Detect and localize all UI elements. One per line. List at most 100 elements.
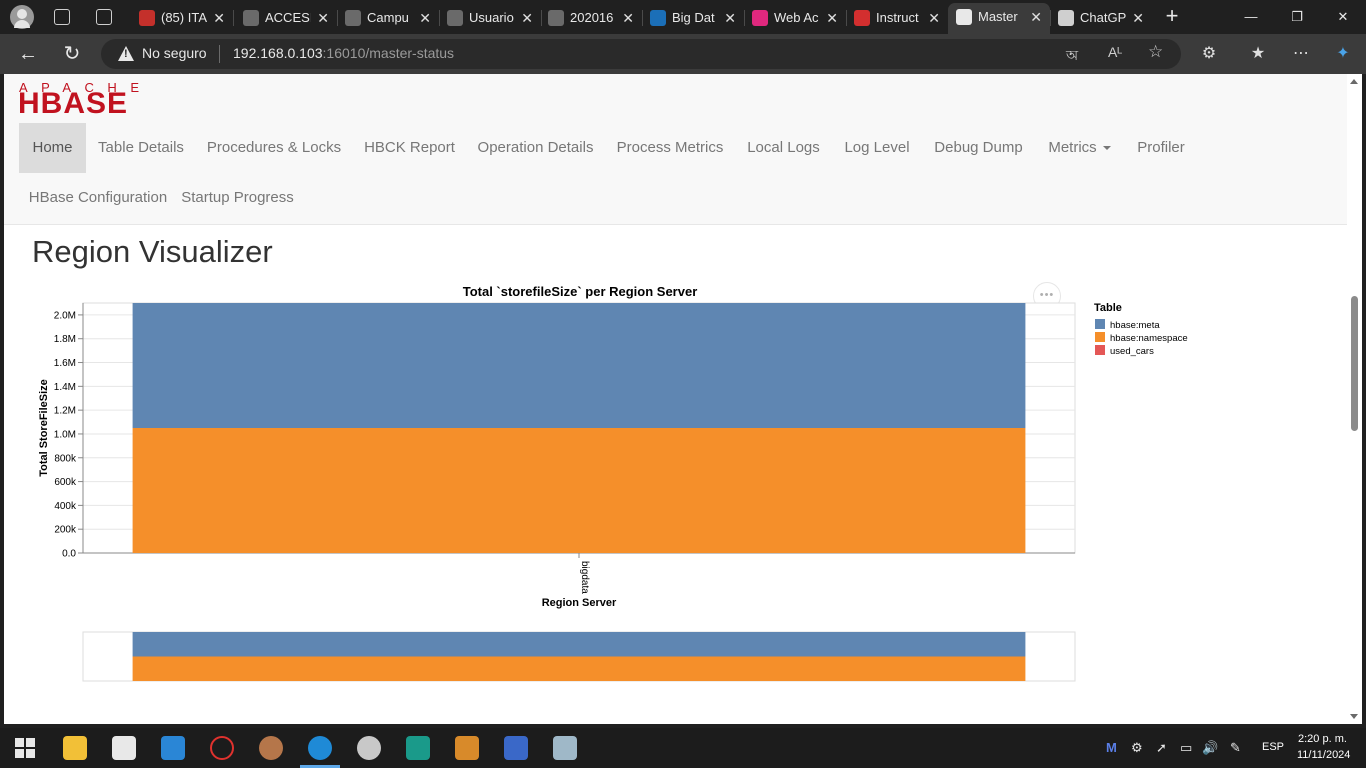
y-tick-label: 600k	[54, 477, 77, 488]
tab-favicon-icon	[650, 10, 666, 26]
tab-label: (85) ITA	[161, 10, 207, 25]
y-tick-label: 400k	[54, 501, 77, 512]
legend-swatch	[1095, 345, 1105, 356]
refresh-icon[interactable]: ↻	[58, 40, 86, 68]
browser-tab[interactable]: Big Dat ✕	[642, 4, 744, 32]
steam-icon[interactable]: ⚙	[1131, 740, 1143, 756]
tab-favicon-icon	[447, 10, 463, 26]
tab-actions-icon[interactable]	[96, 9, 112, 25]
visual-studio-icon[interactable]	[406, 736, 430, 760]
window-edge	[1362, 74, 1366, 724]
y-tick-label: 1.8M	[54, 334, 76, 345]
address-divider	[219, 45, 220, 63]
x-tick-label: bigdata	[579, 561, 590, 594]
new-tab-button[interactable]: +	[1162, 4, 1182, 30]
security-app-icon[interactable]	[210, 736, 234, 760]
browser-tab[interactable]: (85) ITA ✕	[131, 4, 233, 32]
legend-item[interactable]: used_cars	[1095, 345, 1154, 358]
security-status[interactable]: No seguro	[142, 45, 207, 61]
restore-button[interactable]: ❐	[1274, 0, 1320, 34]
warning-icon[interactable]	[118, 46, 134, 61]
browser-tab[interactable]: 202016 ✕	[540, 4, 642, 32]
tab-favicon-icon	[956, 9, 972, 25]
browser-tab[interactable]: Instruct ✕	[846, 4, 948, 32]
y-tick-label: 200k	[54, 525, 77, 536]
browser-tab[interactable]: ChatGP ✕	[1050, 4, 1152, 32]
browser-tab[interactable]: Usuario ✕	[439, 4, 541, 32]
close-tab-icon[interactable]: ✕	[928, 4, 940, 32]
legend-item[interactable]: hbase:namespace	[1095, 332, 1188, 345]
url-text[interactable]: 192.168.0.103:16010/master-status	[233, 45, 454, 61]
network-app-icon[interactable]	[504, 736, 528, 760]
windows-start-icon[interactable]	[13, 736, 37, 760]
tab-label: Instruct	[876, 10, 919, 25]
legend-item[interactable]: hbase:meta	[1095, 319, 1160, 332]
wifi-icon[interactable]: ➚	[1156, 740, 1167, 756]
y-tick-label: 1.0M	[54, 429, 76, 440]
address-bar[interactable]: No seguro 192.168.0.103:16010/master-sta…	[101, 39, 1181, 69]
favorite-star-icon[interactable]: ☆	[1148, 42, 1163, 62]
tab-favicon-icon	[752, 10, 768, 26]
clock-date[interactable]: 11/11/2024	[1297, 749, 1350, 761]
tab-label: ChatGP	[1080, 10, 1126, 25]
battery-icon[interactable]: ▭	[1180, 740, 1192, 756]
close-tab-icon[interactable]: ✕	[724, 4, 736, 32]
tab-label: Master	[978, 9, 1018, 24]
mail-icon[interactable]	[161, 736, 185, 760]
minimize-button[interactable]: —	[1228, 0, 1274, 34]
browser-tab[interactable]: ACCESI ✕	[235, 4, 337, 32]
file-explorer-icon[interactable]	[63, 736, 87, 760]
workspaces-icon[interactable]	[54, 9, 70, 25]
tab-label: 202016	[570, 10, 614, 25]
scroll-thumb[interactable]	[1351, 296, 1358, 431]
browser-tab[interactable]: Campu ✕	[337, 4, 439, 32]
scroll-down-arrow-icon[interactable]	[1350, 714, 1358, 719]
y-tick-label: 1.2M	[54, 406, 76, 417]
close-tab-icon[interactable]: ✕	[1030, 3, 1042, 31]
close-window-button[interactable]: ✕	[1320, 0, 1366, 34]
page-scrollbar[interactable]	[1347, 74, 1362, 724]
legend-label: hbase:namespace	[1110, 333, 1188, 344]
overview-bar-segment	[132, 632, 1026, 657]
y-tick-label: 800k	[54, 453, 77, 464]
copilot-icon[interactable]: ✦	[1332, 43, 1354, 65]
close-tab-icon[interactable]: ✕	[521, 4, 533, 32]
bar-segment	[132, 303, 1026, 428]
tab-label: Campu	[367, 10, 409, 25]
browser-tab[interactable]: Master ✕	[948, 3, 1050, 34]
close-tab-icon[interactable]: ✕	[213, 4, 225, 32]
legend-title: Table	[1094, 302, 1122, 314]
legend-label: hbase:meta	[1110, 320, 1160, 331]
edge-browser-icon[interactable]	[308, 736, 332, 760]
overview-bar-segment	[132, 656, 1026, 681]
notes-app-icon[interactable]	[553, 736, 577, 760]
legend-swatch	[1095, 332, 1105, 343]
favorites-icon[interactable]: ★	[1247, 43, 1269, 65]
translate-icon[interactable]: অ	[1066, 44, 1078, 68]
y-tick-label: 1.4M	[54, 382, 76, 393]
close-tab-icon[interactable]: ✕	[317, 4, 329, 32]
tools-app-icon[interactable]	[455, 736, 479, 760]
clock-time[interactable]: 2:20 p. m.	[1298, 733, 1347, 745]
tab-favicon-icon	[1058, 10, 1074, 26]
read-aloud-icon[interactable]: Aᴸ	[1108, 44, 1122, 60]
store-icon[interactable]	[112, 736, 136, 760]
tab-separator	[233, 10, 234, 26]
profile-avatar-icon[interactable]	[10, 5, 34, 29]
malwarebytes-icon[interactable]: M	[1106, 740, 1117, 756]
pen-icon[interactable]: ✎	[1230, 740, 1241, 756]
windows-taskbar: M ⚙ ➚ ▭ 🔊 ✎ ESP 2:20 p. m. 11/11/2024	[0, 728, 1366, 768]
close-tab-icon[interactable]: ✕	[622, 4, 634, 32]
more-menu-icon[interactable]: ⋯	[1290, 43, 1312, 65]
scroll-up-arrow-icon[interactable]	[1350, 79, 1358, 84]
close-tab-icon[interactable]: ✕	[419, 4, 431, 32]
close-tab-icon[interactable]: ✕	[826, 4, 838, 32]
back-arrow-icon[interactable]: ←	[14, 40, 42, 68]
browser-tab[interactable]: Web Ac ✕	[744, 4, 846, 32]
volume-icon[interactable]: 🔊	[1202, 740, 1218, 756]
paint-app-icon[interactable]	[357, 736, 381, 760]
extensions-icon[interactable]: ⚙	[1198, 43, 1220, 65]
close-tab-icon[interactable]: ✕	[1132, 4, 1144, 32]
language-indicator[interactable]: ESP	[1262, 741, 1284, 753]
character-app-icon[interactable]	[259, 736, 283, 760]
